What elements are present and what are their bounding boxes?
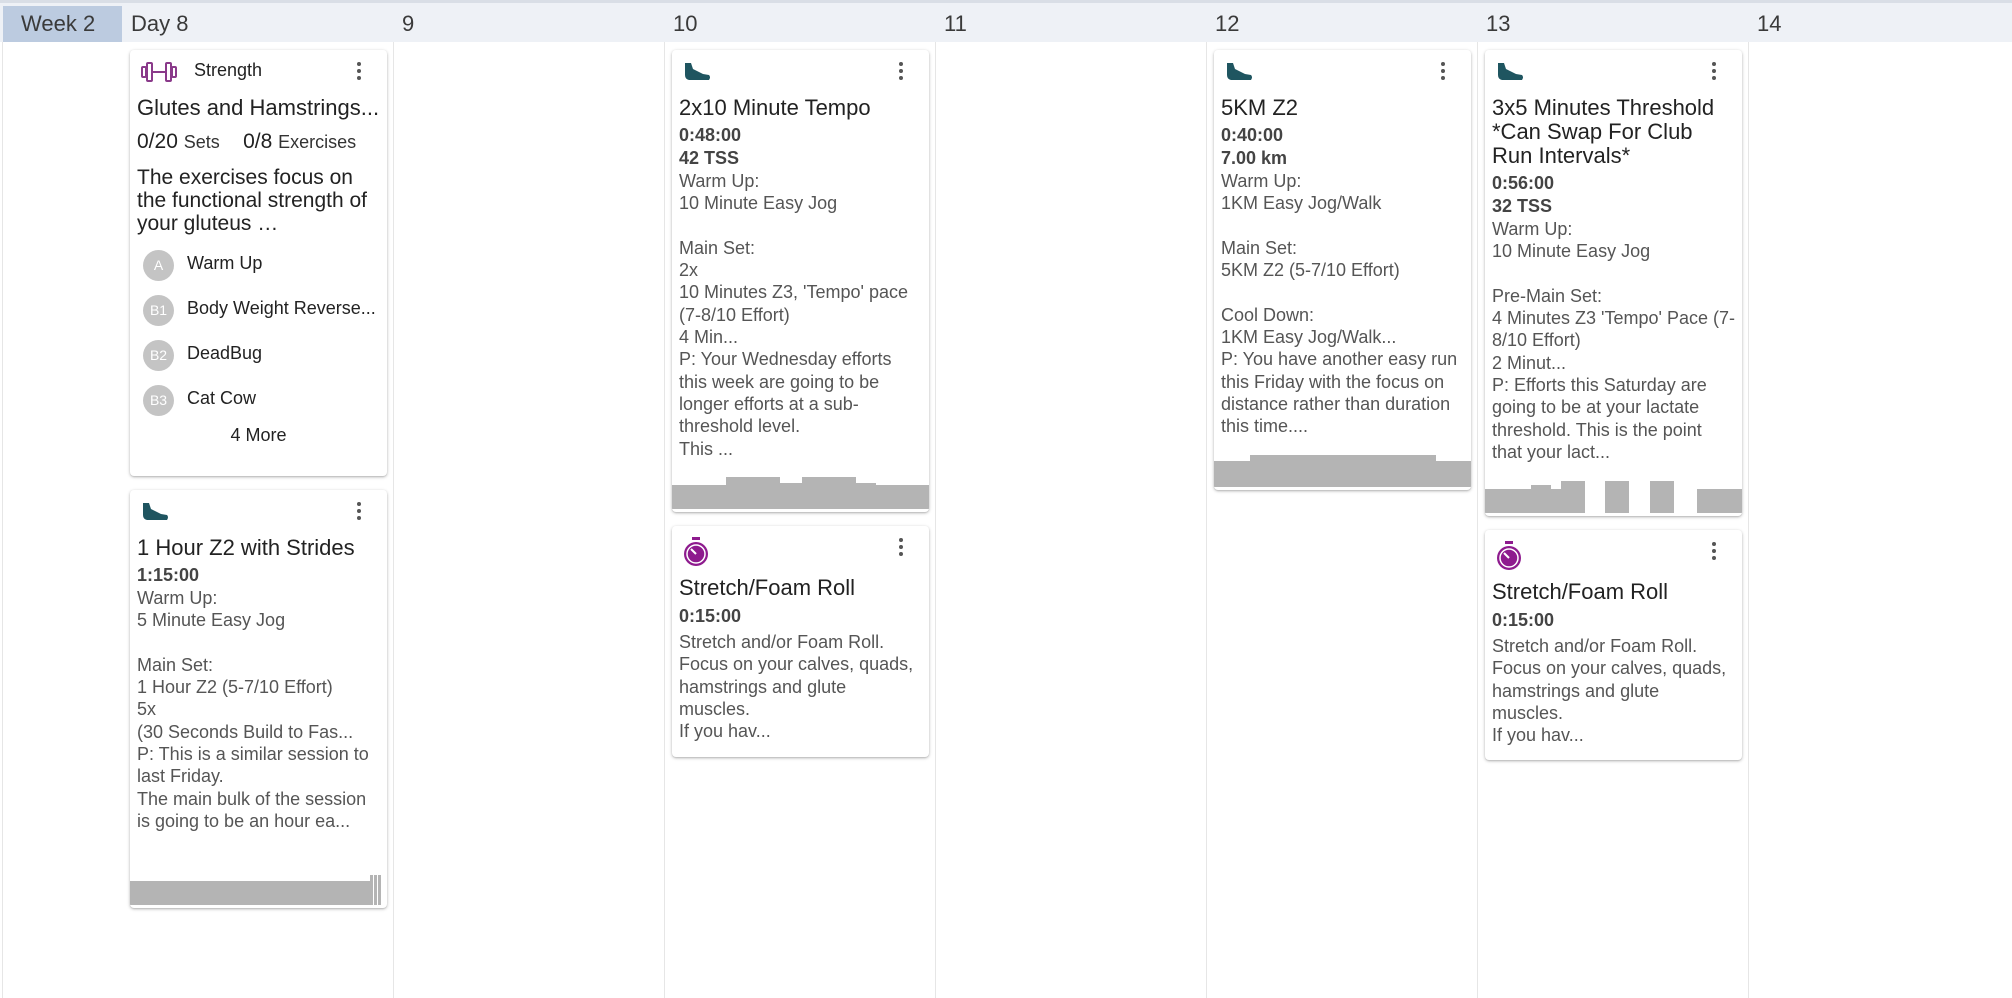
stopwatch-icon bbox=[1494, 540, 1524, 577]
intensity-chart bbox=[130, 875, 387, 905]
run-workout-card[interactable]: 2x10 Minute Tempo 0:48:00 42 TSS Warm Up… bbox=[672, 50, 929, 512]
week-label[interactable]: Week 2 bbox=[3, 6, 122, 42]
more-options-icon[interactable] bbox=[1440, 62, 1446, 84]
workout-distance: 7.00 km bbox=[1221, 148, 1288, 168]
workout-description: Stretch and/or Foam Roll. Focus on your … bbox=[679, 632, 914, 742]
workout-title[interactable]: 1 Hour Z2 with Strides bbox=[137, 536, 380, 560]
workout-description: Stretch and/or Foam Roll. Focus on your … bbox=[1492, 636, 1727, 746]
run-workout-card[interactable]: 1 Hour Z2 with Strides 1:15:00 Warm Up: … bbox=[130, 490, 387, 908]
workout-duration: 0:40:00 bbox=[1221, 125, 1284, 145]
running-shoe-icon bbox=[681, 60, 713, 89]
intensity-chart bbox=[1485, 481, 1742, 513]
more-options-icon[interactable] bbox=[898, 62, 904, 84]
dumbbell-icon bbox=[139, 60, 179, 89]
workout-description: Warm Up: 1KM Easy Jog/Walk Main Set: 5KM… bbox=[1221, 171, 1458, 437]
strength-workout-card[interactable]: Strength Glutes and Hamstrings... 0/20 S… bbox=[130, 50, 387, 476]
exercise-badge: B1 bbox=[143, 295, 174, 326]
day-label-10: 10 bbox=[673, 11, 698, 36]
day-label-14: 14 bbox=[1757, 11, 1782, 36]
sets-label: Sets bbox=[183, 132, 220, 152]
calendar-header: Week 2 Day 8 9 10 11 12 13 14 bbox=[0, 0, 2012, 42]
day-label-8: Day 8 bbox=[131, 11, 189, 36]
exercise-name: Cat Cow bbox=[187, 388, 257, 408]
card-header bbox=[679, 534, 922, 566]
workout-title[interactable]: 5KM Z2 bbox=[1221, 96, 1464, 120]
intensity-chart bbox=[1214, 455, 1471, 487]
stretch-workout-card[interactable]: Stretch/Foam Roll 0:15:00 Stretch and/or… bbox=[672, 526, 929, 757]
sets-count: 0/20 bbox=[137, 130, 178, 153]
day-label-11: 11 bbox=[944, 11, 967, 36]
workout-duration: 1:15:00 bbox=[137, 565, 200, 585]
more-exercises-link[interactable]: 4 More bbox=[137, 425, 380, 446]
exercise-item[interactable]: B3 Cat Cow bbox=[137, 378, 380, 423]
workout-duration: 0:48:00 bbox=[679, 125, 742, 145]
exercise-list: A Warm Up B1 Body Weight Reverse... B2 D… bbox=[137, 243, 380, 423]
card-header bbox=[137, 498, 380, 530]
workout-description: Warm Up: 10 Minute Easy Jog Pre-Main Set… bbox=[1492, 219, 1735, 462]
run-workout-card[interactable]: 3x5 Minutes Threshold *Can Swap For Club… bbox=[1485, 50, 1742, 516]
column-divider bbox=[935, 42, 936, 998]
workout-title[interactable]: Stretch/Foam Roll bbox=[679, 576, 922, 600]
column-divider bbox=[1206, 42, 1207, 998]
column-divider bbox=[1477, 42, 1478, 998]
workout-type-label: Strength bbox=[194, 60, 263, 80]
running-shoe-icon bbox=[1494, 60, 1526, 89]
exercise-item[interactable]: B2 DeadBug bbox=[137, 333, 380, 378]
workout-title[interactable]: Stretch/Foam Roll bbox=[1492, 580, 1735, 604]
workout-description: Warm Up: 5 Minute Easy Jog Main Set: 1 H… bbox=[137, 588, 369, 831]
column-divider bbox=[1748, 42, 1749, 998]
workout-description: Warm Up: 10 Minute Easy Jog Main Set: 2x… bbox=[679, 171, 908, 459]
workout-title[interactable]: 3x5 Minutes Threshold *Can Swap For Club… bbox=[1492, 96, 1735, 168]
workout-tss: 42 TSS bbox=[679, 148, 740, 168]
more-options-icon[interactable] bbox=[356, 62, 362, 84]
workout-title[interactable]: Glutes and Hamstrings... bbox=[137, 96, 380, 120]
workout-duration: 0:56:00 bbox=[1492, 173, 1555, 193]
intensity-chart bbox=[672, 477, 929, 509]
running-shoe-icon bbox=[139, 500, 171, 529]
card-header bbox=[1492, 538, 1735, 570]
workout-duration: 0:15:00 bbox=[679, 606, 742, 626]
more-options-icon[interactable] bbox=[1711, 542, 1717, 564]
workout-description: The exercises focus on the functional st… bbox=[137, 166, 367, 235]
more-options-icon[interactable] bbox=[898, 538, 904, 560]
exercise-badge: B2 bbox=[143, 340, 174, 371]
card-header: Strength bbox=[137, 58, 380, 90]
column-divider bbox=[393, 42, 394, 998]
card-header bbox=[1492, 58, 1735, 90]
exercises-label: Exercises bbox=[278, 132, 357, 152]
run-workout-card[interactable]: 5KM Z2 0:40:00 7.00 km Warm Up: 1KM Easy… bbox=[1214, 50, 1471, 490]
progress-counts: 0/20 Sets 0/8 Exercises bbox=[137, 130, 380, 154]
day-label-13: 13 bbox=[1486, 11, 1511, 36]
workout-tss: 32 TSS bbox=[1492, 196, 1553, 216]
exercise-item[interactable]: B1 Body Weight Reverse... bbox=[137, 288, 380, 333]
column-divider bbox=[664, 42, 665, 998]
stopwatch-icon bbox=[681, 536, 711, 573]
card-header bbox=[1221, 58, 1464, 90]
day-label-9: 9 bbox=[402, 11, 415, 36]
exercise-badge: B3 bbox=[143, 385, 174, 416]
more-options-icon[interactable] bbox=[1711, 62, 1717, 84]
exercises-count: 0/8 bbox=[243, 130, 273, 153]
exercise-name: Body Weight Reverse... bbox=[187, 298, 376, 318]
exercise-name: DeadBug bbox=[187, 343, 263, 363]
exercise-item[interactable]: A Warm Up bbox=[137, 243, 380, 288]
stretch-workout-card[interactable]: Stretch/Foam Roll 0:15:00 Stretch and/or… bbox=[1485, 530, 1742, 760]
exercise-badge: A bbox=[143, 250, 174, 281]
card-header bbox=[679, 58, 922, 90]
workout-title[interactable]: 2x10 Minute Tempo bbox=[679, 96, 922, 120]
more-options-icon[interactable] bbox=[356, 502, 362, 524]
column-divider bbox=[2, 42, 3, 998]
day-label-12: 12 bbox=[1215, 11, 1240, 36]
exercise-name: Warm Up bbox=[187, 253, 263, 273]
workout-duration: 0:15:00 bbox=[1492, 610, 1555, 630]
running-shoe-icon bbox=[1223, 60, 1255, 89]
